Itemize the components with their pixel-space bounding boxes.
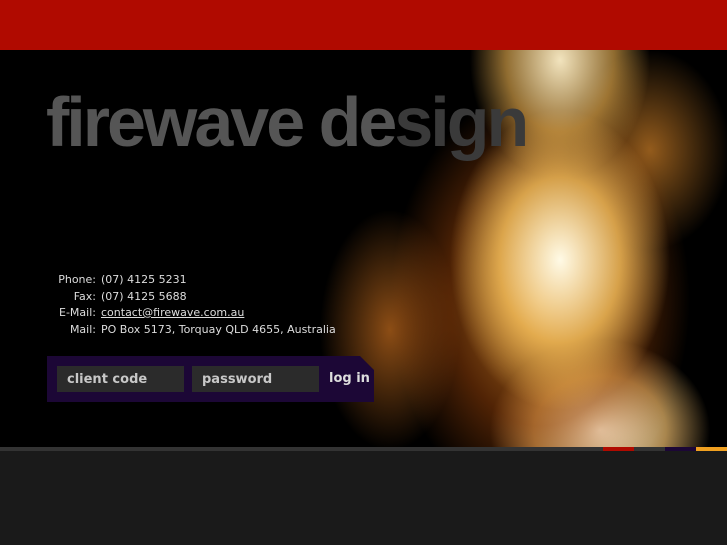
mail-value: PO Box 5173, Torquay QLD 4655, Australia [101,322,336,336]
logo-text-dark: sign [394,83,529,161]
logo-text: firewave de [46,83,397,161]
login-form: log in [47,356,374,402]
fax-value: (07) 4125 5688 [101,289,187,303]
logo[interactable]: firewave design [46,82,529,162]
login-button[interactable]: log in [329,371,370,386]
client-code-input[interactable] [57,366,184,392]
top-bar [0,0,727,50]
fax-label: Fax: [73,289,96,303]
purple-accent [665,447,696,451]
red-accent [603,447,634,451]
orange-accent [696,447,727,451]
mail-label: Mail: [69,322,96,336]
phone-label: Phone: [58,273,96,286]
phone-value: (07) 4125 5231 [101,273,187,286]
contact-info: Phone: (07) 4125 5231 Fax: (07) 4125 5688 … [50,272,336,338]
email-label: E-Mail: [59,306,96,319]
password-input[interactable] [192,366,319,392]
email-link[interactable]: contact@firewave.com.au [101,306,244,319]
